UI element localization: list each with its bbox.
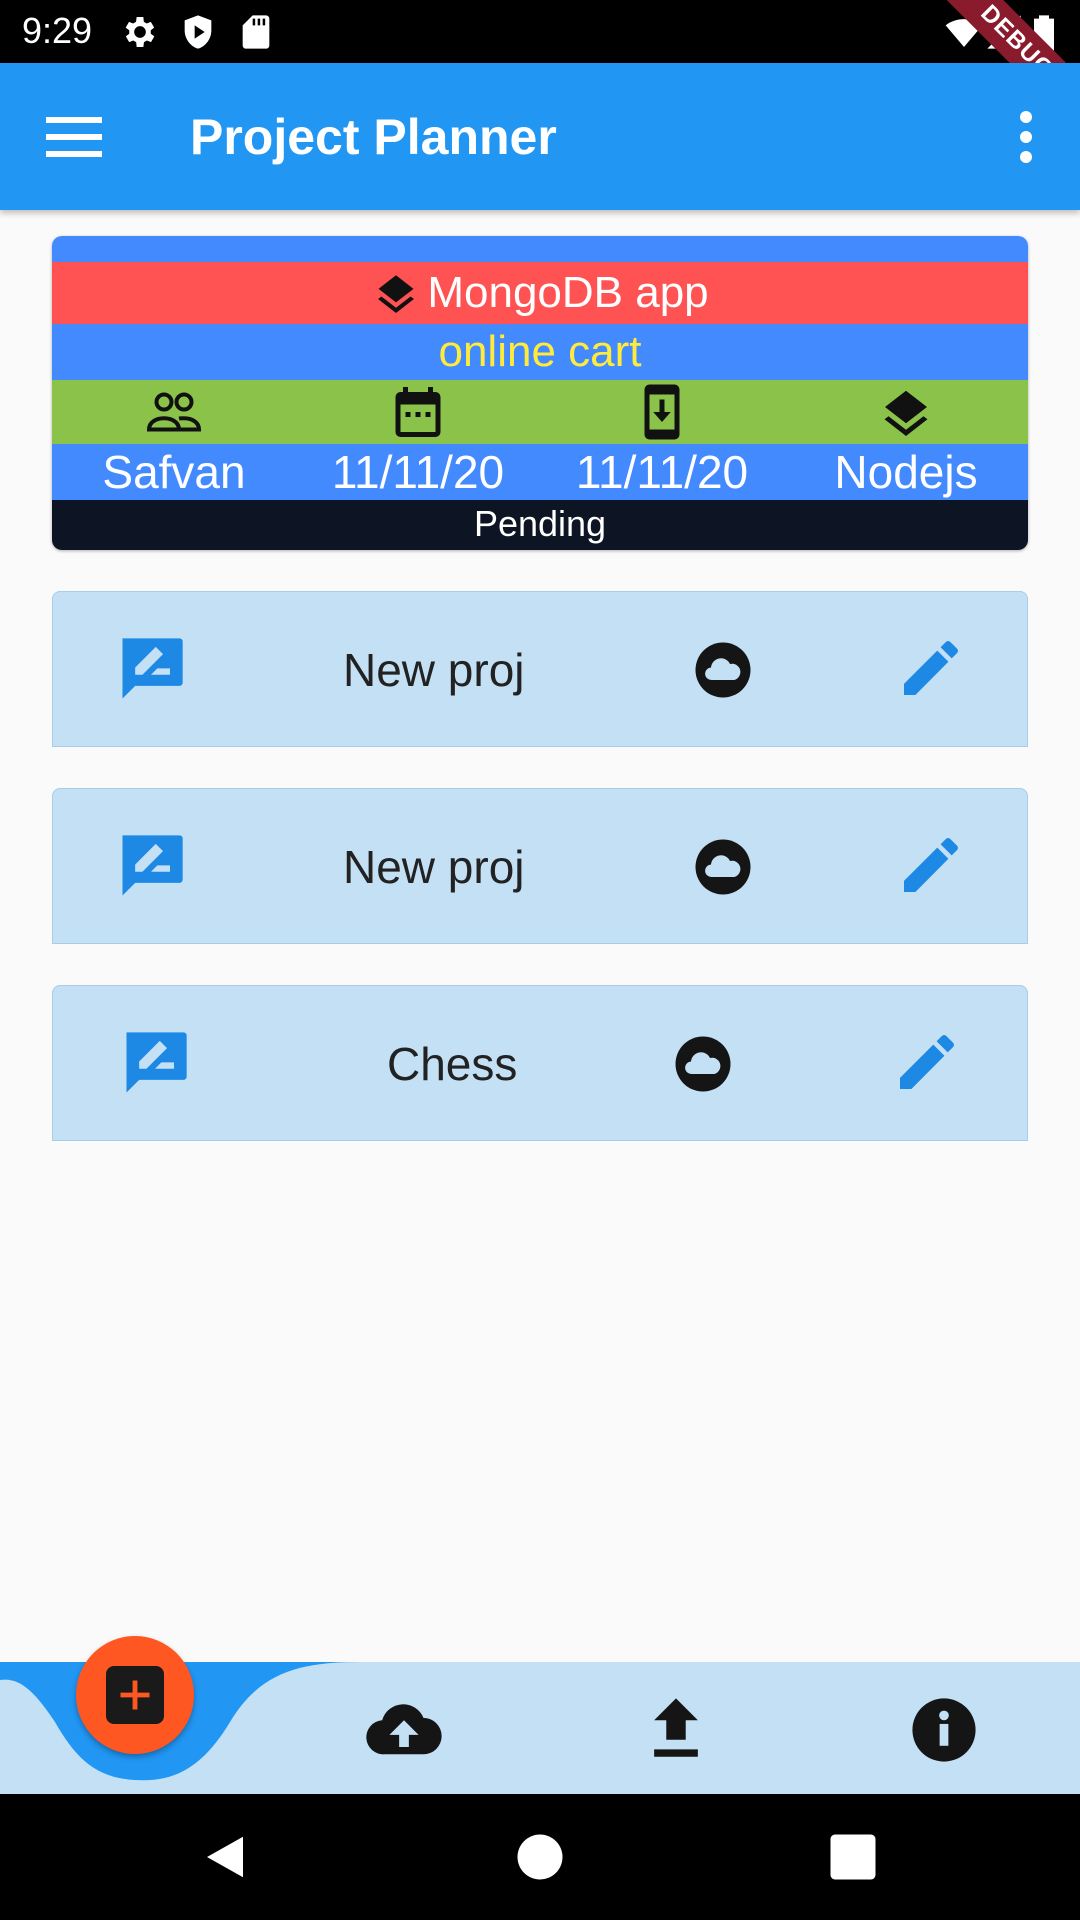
status-bar: 9:29 DEBUG xyxy=(0,0,1080,145)
project-start-date: 11/11/20 xyxy=(331,446,505,498)
layers-icon xyxy=(884,390,928,436)
menu-icon[interactable] xyxy=(46,113,102,161)
list-item[interactable]: New proj xyxy=(52,788,1028,944)
edit-icon[interactable] xyxy=(895,632,967,704)
settings-icon xyxy=(125,17,155,47)
project-icon-row xyxy=(52,380,1028,444)
cloud-icon[interactable] xyxy=(693,837,753,897)
project-name: MongoDB app xyxy=(427,268,709,317)
app-bar: Project Planner xyxy=(0,63,1080,210)
more-vert-icon[interactable] xyxy=(1002,109,1050,165)
project-tech: Nodejs xyxy=(834,446,978,498)
rate-review-icon[interactable] xyxy=(113,829,189,905)
project-values-row: Safvan 11/11/20 11/11/20 Nodejs xyxy=(52,444,1028,500)
edit-icon[interactable] xyxy=(891,1026,963,1098)
project-status: Pending xyxy=(52,500,1028,550)
phone-download-icon xyxy=(644,384,680,440)
project-description: online cart xyxy=(52,324,1028,380)
project-name-row: MongoDB app xyxy=(52,262,1028,324)
system-navigation-bar xyxy=(0,1794,1080,1920)
info-icon[interactable] xyxy=(904,1696,984,1764)
list-item-label: New proj xyxy=(343,841,525,893)
layers-icon xyxy=(378,275,415,313)
calendar-icon xyxy=(395,387,441,437)
add-project-button[interactable] xyxy=(76,1636,194,1754)
rate-review-icon[interactable] xyxy=(117,1026,193,1102)
add-box-icon xyxy=(120,1680,150,1710)
project-end-date: 11/11/20 xyxy=(575,446,749,498)
edit-icon[interactable] xyxy=(895,829,967,901)
project-card[interactable]: MongoDB app online cart Safvan 11/11/20 … xyxy=(52,236,1028,550)
upload-icon[interactable] xyxy=(636,1696,716,1764)
sd-card-icon xyxy=(242,15,270,49)
list-item[interactable]: Chess xyxy=(52,985,1028,1141)
rate-review-icon[interactable] xyxy=(113,632,189,708)
cloud-icon[interactable] xyxy=(673,1034,733,1094)
cloud-icon[interactable] xyxy=(693,640,753,700)
list-item-label: New proj xyxy=(343,644,525,696)
home-icon[interactable] xyxy=(513,1830,567,1884)
list-item[interactable]: New proj xyxy=(52,591,1028,747)
status-time: 9:29 xyxy=(22,10,93,51)
page-title: Project Planner xyxy=(190,109,557,165)
cloud-upload-icon[interactable] xyxy=(364,1696,444,1764)
recents-icon[interactable] xyxy=(826,1830,880,1884)
card-top-band xyxy=(52,236,1028,262)
people-icon xyxy=(146,392,202,432)
shield-play-icon xyxy=(184,15,212,49)
project-owner: Safvan xyxy=(102,446,246,498)
back-icon[interactable] xyxy=(198,1830,252,1884)
